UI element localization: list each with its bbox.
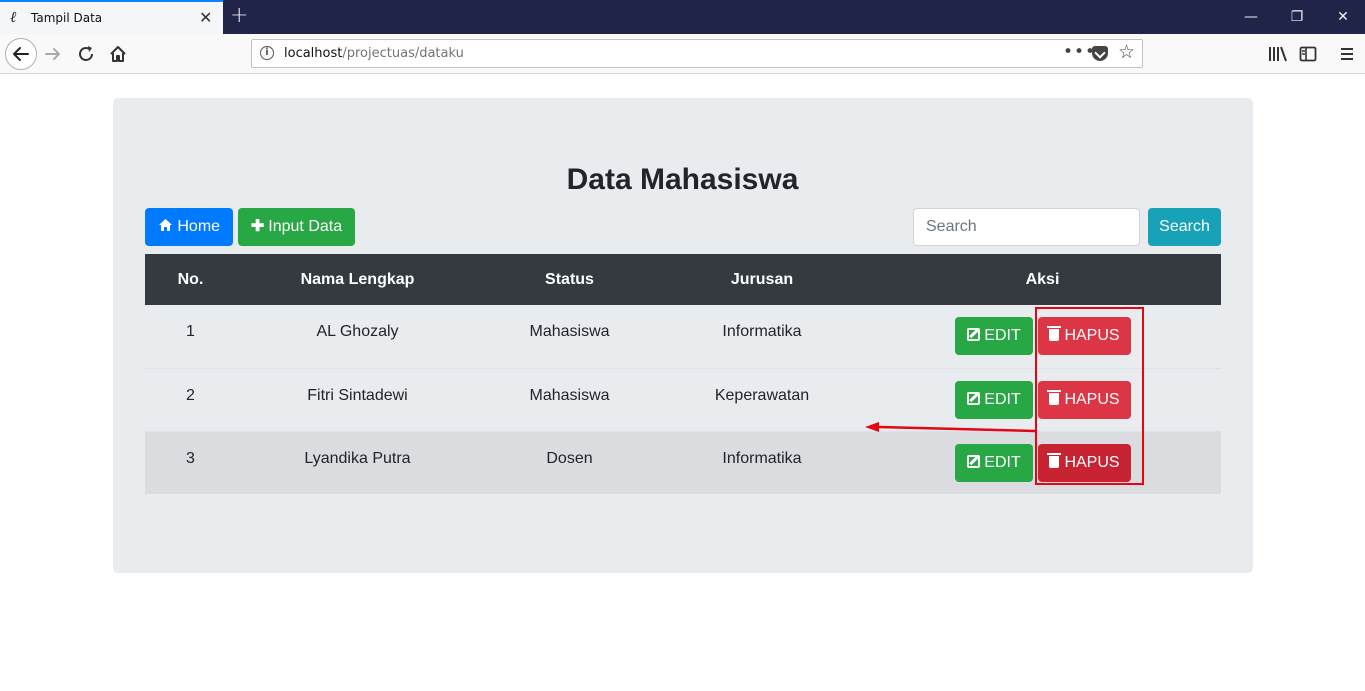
edit-button[interactable]: EDIT — [955, 381, 1033, 419]
window-minimize-button[interactable]: — — [1228, 0, 1274, 34]
plus-icon: ✚ — [250, 218, 265, 235]
edit-button[interactable]: EDIT — [955, 444, 1033, 482]
edit-icon — [967, 392, 981, 405]
table-header: No. Nama Lengkap Status Jurusan Aksi — [145, 254, 1221, 305]
new-tab-button[interactable]: + — [230, 3, 248, 28]
cell-no: 1 — [186, 323, 195, 340]
site-info-icon[interactable]: i — [260, 46, 274, 60]
search-button[interactable]: Search — [1148, 208, 1221, 246]
header-status: Status — [545, 271, 594, 288]
home-icon — [158, 219, 172, 231]
annotation-highlight-box — [1035, 307, 1144, 485]
cell-jurusan: Keperawatan — [714, 387, 810, 404]
tab-favicon-icon: ℓ — [10, 8, 17, 26]
input-data-button[interactable]: ✚ Input Data — [238, 208, 355, 246]
browser-tab[interactable]: ℓ Tampil Data ✕ — [0, 0, 223, 34]
browser-nav-bar: i localhost/projectuas/dataku ••• ☆ — [0, 34, 1365, 74]
menu-icon[interactable] — [1338, 45, 1356, 63]
pocket-icon[interactable] — [1092, 46, 1108, 61]
edit-button[interactable]: EDIT — [955, 317, 1033, 355]
cell-nama: Fitri Sintadewi — [307, 387, 408, 404]
cell-status: Mahasiswa — [529, 323, 610, 340]
cell-no: 3 — [186, 450, 195, 467]
input-data-button-label: Input Data — [268, 218, 343, 235]
cell-nama: Lyandika Putra — [304, 450, 411, 467]
cell-status: Mahasiswa — [529, 387, 610, 404]
back-arrow-icon — [13, 47, 29, 61]
cell-jurusan: Informatika — [722, 323, 802, 340]
url-bar[interactable]: i localhost/projectuas/dataku ••• ☆ — [251, 39, 1143, 68]
browser-tab-bar: ℓ Tampil Data ✕ + — ❐ ✕ — [0, 0, 1365, 34]
header-jurusan: Jurusan — [730, 271, 794, 288]
page-title: Data Mahasiswa — [566, 163, 799, 196]
edit-icon — [967, 328, 981, 341]
header-nama: Nama Lengkap — [300, 271, 415, 288]
header-aksi: Aksi — [1025, 271, 1060, 288]
tab-title: Tampil Data — [31, 11, 103, 25]
bookmark-star-icon[interactable]: ☆ — [1118, 41, 1135, 63]
home-button[interactable]: Home — [145, 208, 233, 246]
header-no: No. — [177, 271, 204, 288]
cell-status: Dosen — [546, 450, 593, 467]
reload-icon[interactable] — [76, 44, 96, 64]
cell-jurusan: Informatika — [722, 450, 802, 467]
home-button-label: Home — [177, 218, 221, 235]
tab-close-icon[interactable]: ✕ — [199, 8, 212, 27]
window-close-button[interactable]: ✕ — [1320, 0, 1365, 34]
search-input[interactable] — [913, 208, 1140, 246]
edit-icon — [967, 455, 981, 468]
url-text[interactable]: localhost/projectuas/dataku — [284, 46, 464, 61]
library-icon[interactable] — [1268, 45, 1288, 63]
window-restore-button[interactable]: ❐ — [1274, 0, 1320, 34]
back-button[interactable] — [5, 38, 37, 70]
home-icon[interactable] — [108, 44, 128, 64]
forward-arrow-icon[interactable] — [43, 44, 63, 64]
sidebar-icon[interactable] — [1299, 45, 1317, 63]
cell-nama: AL Ghozaly — [316, 323, 399, 340]
cell-no: 2 — [186, 387, 195, 404]
